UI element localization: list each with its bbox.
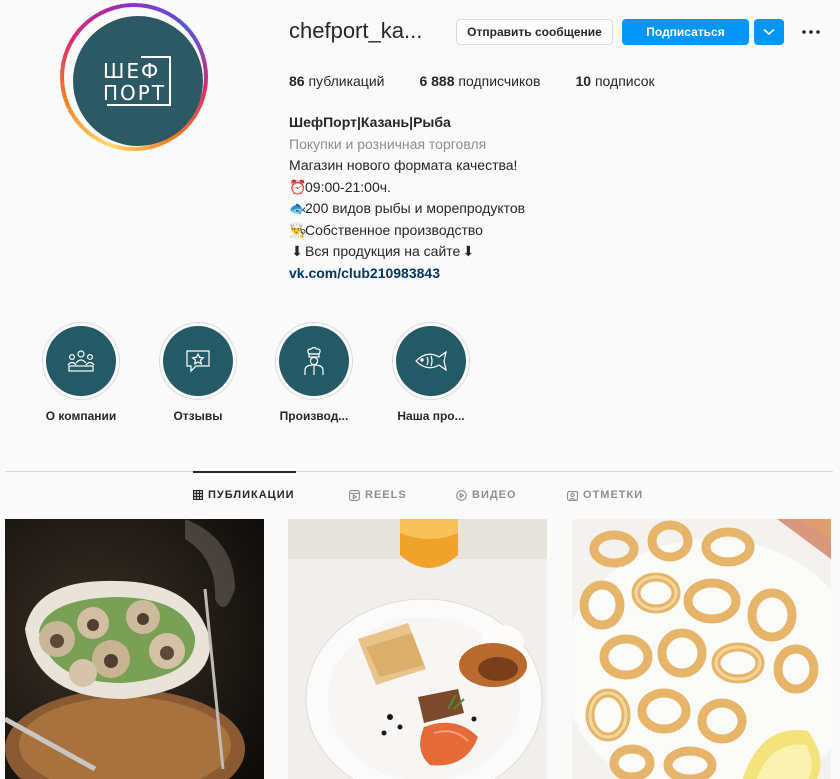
bio-link[interactable]: vk.com/club210983843: [289, 263, 525, 285]
tab-video[interactable]: ВИДЕО: [456, 489, 517, 501]
bio-category: Покупки и розничная торговля: [289, 135, 487, 152]
chef-icon: [304, 346, 324, 375]
posts-stat: 86 публикаций: [289, 73, 385, 89]
profile-username: chefport_ka...: [289, 18, 423, 43]
down-arrow-icon: ⬇: [291, 243, 303, 259]
bio-line: ⏰09:00-21:00ч.: [289, 177, 525, 199]
calamari-image: [572, 519, 831, 779]
alarm-clock-icon: ⏰: [289, 178, 307, 195]
post-thumbnail[interactable]: [288, 519, 547, 779]
chefport-logo: ШЕФ ПОРТ: [103, 56, 175, 108]
reviews-icon: [186, 350, 210, 373]
active-tab-indicator: [193, 471, 296, 473]
bio-line: ⬇ Вся продукция на сайте ⬇: [289, 241, 525, 263]
tab-tagged[interactable]: ОТМЕТКИ: [567, 489, 643, 501]
profile-stats: 86 публикаций 6 888 подписчиков 10 подпи…: [289, 73, 690, 89]
bio-name: ШефПорт|Казань|Рыба: [289, 114, 451, 130]
tab-reels[interactable]: REELS: [349, 489, 407, 501]
highlight-products[interactable]: Наша про...: [386, 322, 476, 423]
highlight-label: О компании: [45, 409, 117, 423]
highlight-reviews[interactable]: Отзывы: [153, 322, 243, 423]
tabs-divider: [5, 471, 833, 472]
grid-icon: [193, 490, 203, 500]
reels-icon: [349, 489, 360, 501]
fish-emoji-icon: 🐟: [289, 200, 307, 216]
video-icon: [456, 489, 467, 501]
more-dots-icon: [802, 30, 820, 34]
chevron-down-icon: [763, 28, 775, 36]
bio-line: Магазин нового формата качества!: [289, 157, 518, 173]
company-icon: [67, 350, 95, 372]
snails-dish-image: [5, 519, 264, 779]
post-thumbnail[interactable]: [572, 519, 831, 779]
down-arrow-icon: ⬇: [462, 243, 475, 259]
profile-avatar: ШЕФ ПОРТ: [73, 16, 203, 146]
tagged-icon: [567, 490, 578, 501]
follow-button[interactable]: Подписаться: [622, 19, 749, 45]
fish-icon: [415, 350, 447, 372]
highlight-label: Наша про...: [397, 409, 465, 423]
send-message-button[interactable]: Отправить сообщение: [456, 19, 613, 45]
profile-bio: ШефПорт|Казань|Рыба Покупки и розничная …: [289, 112, 525, 284]
bio-line: 👨‍🍳Собственное производство: [289, 220, 525, 242]
followers-stat[interactable]: 6 888 подписчиков: [419, 73, 540, 89]
tab-posts[interactable]: ПУБЛИКАЦИИ: [193, 489, 295, 501]
highlight-label: Отзывы: [173, 409, 223, 423]
profile-avatar-ring[interactable]: ШЕФ ПОРТ: [60, 3, 208, 151]
highlight-label: Производ...: [279, 409, 349, 423]
post-thumbnail[interactable]: [5, 519, 264, 779]
highlight-company[interactable]: О компании: [36, 322, 126, 423]
highlight-production[interactable]: Производ...: [269, 322, 359, 423]
bio-line: 🐟200 видов рыбы и морепродуктов: [289, 198, 525, 220]
more-options-button[interactable]: [800, 19, 822, 45]
following-stat[interactable]: 10 подписок: [576, 73, 655, 89]
plated-dish-image: [288, 519, 547, 779]
chef-emoji-icon: 👨‍🍳: [289, 221, 307, 238]
suggestions-dropdown-button[interactable]: [754, 19, 784, 45]
